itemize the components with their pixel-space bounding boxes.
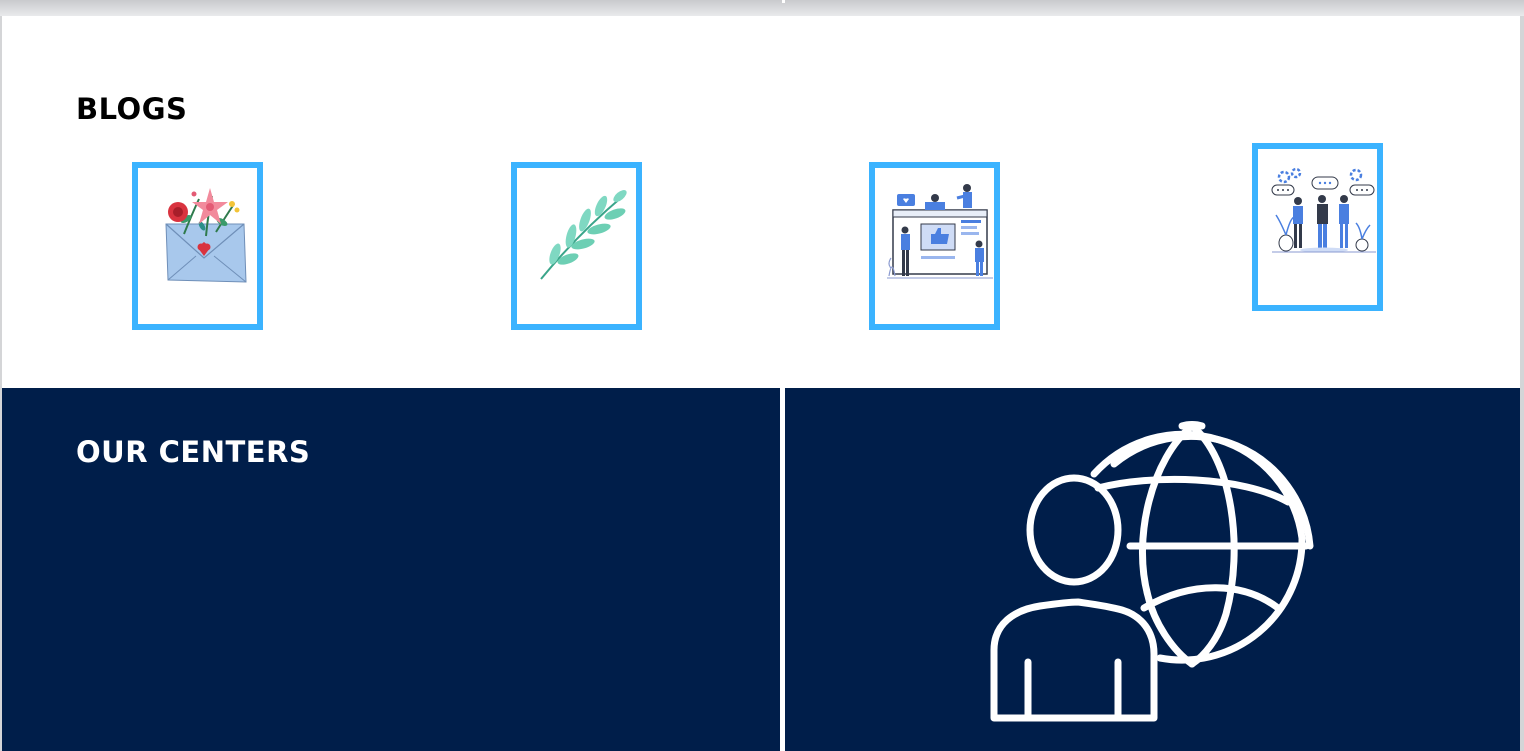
leaf-branch-icon xyxy=(540,190,627,280)
centers-section: OUR CENTERS xyxy=(2,388,1520,751)
top-edge-separator xyxy=(782,0,785,3)
right-frame-border xyxy=(1520,16,1524,751)
social-media-team-icon xyxy=(887,184,993,279)
blogs-section: BLOGS xyxy=(2,16,1520,388)
centers-divider xyxy=(780,388,785,751)
top-edge-bar xyxy=(0,0,1524,16)
blog-card-2[interactable] xyxy=(511,162,642,330)
blog-card-4[interactable] xyxy=(1252,143,1383,311)
blog-card-1[interactable] xyxy=(132,162,263,330)
flowers-envelope-icon xyxy=(165,188,247,283)
blogs-heading: BLOGS xyxy=(76,92,188,126)
centers-heading: OUR CENTERS xyxy=(76,435,311,469)
team-discussion-icon xyxy=(1271,167,1376,253)
person-globe-icon xyxy=(990,421,1314,722)
page-frame: BLOGS OUR CENTERS xyxy=(0,0,1524,751)
blog-card-3[interactable] xyxy=(869,162,1000,330)
